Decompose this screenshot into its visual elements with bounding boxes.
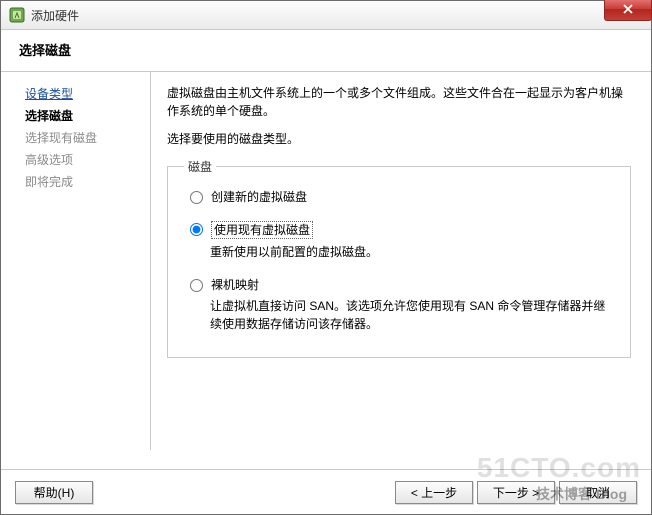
wizard-header: 选择磁盘 (1, 30, 651, 72)
page-title: 选择磁盘 (19, 40, 633, 59)
option-raw-mapping-desc: 让虚拟机直接访问 SAN。该选项允许您使用现有 SAN 命令管理存储器并继续使用… (210, 297, 614, 333)
disk-group: 磁盘 创建新的虚拟磁盘 使用现有虚拟磁盘 重新使用以前配置的虚拟磁盘。 裸机映射… (167, 158, 631, 358)
description-text: 虚拟磁盘由主机文件系统上的一个或多个文件组成。这些文件合在一起显示为客户机操作系… (167, 84, 631, 120)
wizard-body: 设备类型 选择磁盘 选择现有磁盘 高级选项 即将完成 虚拟磁盘由主机文件系统上的… (1, 72, 651, 450)
option-raw-mapping[interactable]: 裸机映射 (190, 277, 614, 293)
option-use-existing[interactable]: 使用现有虚拟磁盘 (190, 221, 614, 239)
option-use-existing-label: 使用现有虚拟磁盘 (211, 221, 313, 239)
step-select-disk: 选择磁盘 (25, 108, 150, 124)
radio-use-existing[interactable] (190, 223, 203, 236)
next-button[interactable]: 下一步 > (477, 481, 555, 504)
radio-raw-mapping[interactable] (190, 279, 203, 292)
title-bar: 添加硬件 (1, 1, 651, 30)
dialog-window: 添加硬件 选择磁盘 设备类型 选择磁盘 选择现有磁盘 高级选项 即将完成 虚拟磁… (0, 0, 652, 515)
close-icon (622, 3, 634, 17)
radio-create-new[interactable] (190, 191, 203, 204)
step-existing-disk: 选择现有磁盘 (25, 130, 150, 146)
step-device-type[interactable]: 设备类型 (25, 86, 150, 102)
help-button[interactable]: 帮助(H) (15, 481, 93, 504)
option-raw-mapping-label: 裸机映射 (211, 277, 259, 293)
window-title: 添加硬件 (31, 7, 79, 24)
wizard-footer: 帮助(H) < 上一步 下一步 > 取消 (1, 469, 651, 514)
step-advanced: 高级选项 (25, 152, 150, 168)
disk-group-legend: 磁盘 (184, 158, 216, 175)
option-create-new[interactable]: 创建新的虚拟磁盘 (190, 189, 614, 205)
cancel-button[interactable]: 取消 (559, 481, 637, 504)
wizard-steps: 设备类型 选择磁盘 选择现有磁盘 高级选项 即将完成 (1, 72, 151, 450)
step-finish: 即将完成 (25, 174, 150, 190)
option-create-new-label: 创建新的虚拟磁盘 (211, 189, 307, 205)
close-button[interactable] (604, 0, 652, 21)
app-icon (9, 7, 25, 23)
wizard-content: 虚拟磁盘由主机文件系统上的一个或多个文件组成。这些文件合在一起显示为客户机操作系… (151, 72, 651, 450)
back-button[interactable]: < 上一步 (395, 481, 473, 504)
instruction-text: 选择要使用的磁盘类型。 (167, 130, 631, 148)
option-use-existing-desc: 重新使用以前配置的虚拟磁盘。 (210, 243, 614, 261)
